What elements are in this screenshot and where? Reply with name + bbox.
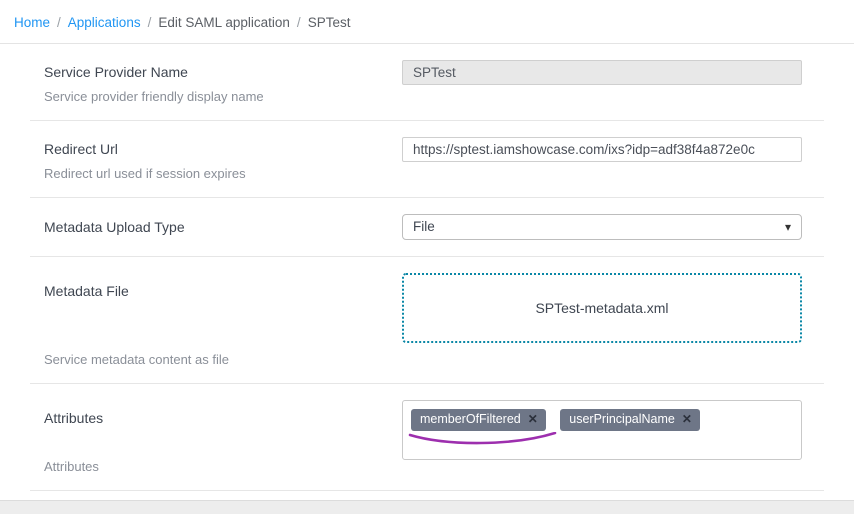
field-row-attributes: Attributes Attributes memberOfFiltered ✕… bbox=[30, 384, 824, 491]
remove-icon[interactable]: ✕ bbox=[528, 413, 538, 425]
field-row-metadata-upload-type: Metadata Upload Type File ▾ bbox=[30, 198, 824, 257]
attribute-chip: userPrincipalName ✕ bbox=[560, 409, 700, 431]
bottom-gap bbox=[0, 491, 854, 500]
metadata-file-help: Service metadata content as file bbox=[44, 352, 382, 367]
metadata-upload-type-select[interactable]: File ▾ bbox=[402, 214, 802, 240]
annotation-underline bbox=[407, 432, 559, 448]
edit-saml-application-page: Home / Applications / Edit SAML application /… bbox=[0, 0, 854, 514]
metadata-upload-type-label: Metadata Upload Type bbox=[44, 219, 382, 235]
breadcrumb-home-link[interactable]: Home bbox=[14, 15, 50, 30]
breadcrumb: Home / Applications / Edit SAML application /… bbox=[0, 0, 854, 44]
chevron-down-icon: ▾ bbox=[785, 220, 791, 234]
breadcrumb-separator: / bbox=[57, 15, 61, 30]
breadcrumb-edit-saml-application: Edit SAML application bbox=[158, 15, 290, 30]
field-row-redirect-url: Redirect Url Redirect url used if sessio… bbox=[30, 121, 824, 198]
next-section-edge bbox=[0, 500, 854, 514]
field-row-metadata-file: Metadata File Service metadata content a… bbox=[30, 257, 824, 384]
breadcrumb-separator: / bbox=[148, 15, 152, 30]
redirect-url-help: Redirect url used if session expires bbox=[44, 166, 382, 181]
attributes-label: Attributes bbox=[44, 400, 382, 426]
attribute-chip-label: userPrincipalName bbox=[569, 413, 675, 426]
redirect-url-input[interactable] bbox=[402, 137, 802, 162]
metadata-file-dropzone[interactable]: SPTest-metadata.xml bbox=[402, 273, 802, 343]
metadata-upload-type-value: File bbox=[413, 219, 435, 234]
breadcrumb-applications-link[interactable]: Applications bbox=[68, 15, 141, 30]
metadata-file-label: Metadata File bbox=[44, 273, 382, 299]
attribute-chip: memberOfFiltered ✕ bbox=[411, 409, 546, 431]
attribute-chip-label: memberOfFiltered bbox=[420, 413, 521, 426]
breadcrumb-separator: / bbox=[297, 15, 301, 30]
service-provider-name-label: Service Provider Name bbox=[44, 64, 382, 80]
metadata-file-name: SPTest-metadata.xml bbox=[535, 300, 668, 316]
redirect-url-label: Redirect Url bbox=[44, 141, 382, 157]
breadcrumb-sptest: SPTest bbox=[308, 15, 351, 30]
service-provider-name-input[interactable] bbox=[402, 60, 802, 85]
field-row-service-provider-name: Service Provider Name Service provider f… bbox=[30, 44, 824, 121]
attributes-input-box[interactable]: memberOfFiltered ✕ userPrincipalName ✕ bbox=[402, 400, 802, 460]
remove-icon[interactable]: ✕ bbox=[682, 413, 692, 425]
attributes-help: Attributes bbox=[44, 459, 382, 474]
service-provider-name-help: Service provider friendly display name bbox=[44, 89, 382, 104]
